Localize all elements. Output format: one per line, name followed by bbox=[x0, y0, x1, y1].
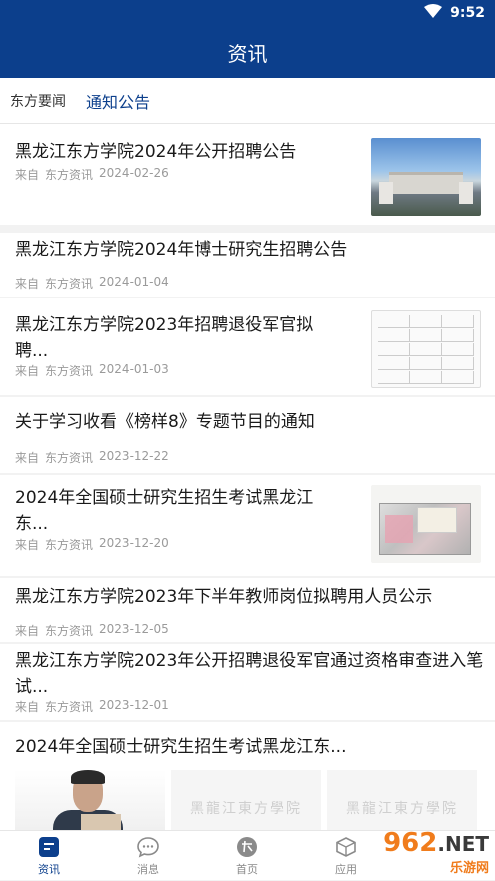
nav-news[interactable]: 资讯 bbox=[14, 831, 84, 881]
source-name: 东方资讯 bbox=[45, 624, 94, 638]
campus-gate-right bbox=[459, 182, 473, 204]
source-name: 东方资讯 bbox=[45, 277, 94, 291]
status-time: 9:52 bbox=[450, 5, 485, 21]
campus-gate-left bbox=[379, 182, 393, 204]
source-prefix: 来自 bbox=[15, 624, 40, 638]
article-date: 2024-01-03 bbox=[99, 362, 169, 376]
article-item[interactable]: 黑龙江东方学院2023年招聘退役军官拟聘... 来自 东方资讯 2024-01-… bbox=[0, 298, 495, 395]
source-prefix: 来自 bbox=[15, 277, 40, 291]
article-title: 黑龙江东方学院2024年公开招聘公告 bbox=[15, 142, 297, 162]
tab-notices[interactable]: 通知公告 bbox=[86, 89, 150, 113]
source-prefix: 来自 bbox=[15, 364, 40, 378]
campus-building-shape bbox=[389, 172, 463, 194]
article-title: 黑龙江东方学院2024年博士研究生招聘公告 bbox=[15, 240, 348, 260]
bag-label-shape bbox=[417, 507, 457, 533]
article-title: 2024年全国硕士研究生招生考试黑龙江东... bbox=[15, 488, 314, 534]
article-title: 关于学习收看《榜样8》专题节目的通知 bbox=[15, 412, 315, 432]
home-logo-icon bbox=[236, 836, 258, 858]
calligraphy-image: 黑龍江東方學院 bbox=[327, 770, 477, 830]
article-date: 2023-12-20 bbox=[99, 536, 169, 550]
chat-icon bbox=[137, 836, 159, 858]
bag-thumbnail bbox=[371, 485, 481, 563]
bag-banknote-shape bbox=[385, 515, 413, 543]
article-item[interactable]: 2024年全国硕士研究生招生考试黑龙江东... 来自 东方资讯 2023-12-… bbox=[0, 475, 495, 576]
article-date: 2024-01-04 bbox=[99, 275, 169, 289]
article-item[interactable]: 黑龙江东方学院2024年博士研究生招聘公告 来自 东方资讯 2024-01-04 bbox=[0, 233, 495, 297]
nav-home[interactable]: 首页 bbox=[212, 831, 282, 881]
source-prefix: 来自 bbox=[15, 451, 40, 465]
article-meta: 来自 东方资讯 2023-12-01 bbox=[15, 698, 169, 715]
article-date: 2023-12-01 bbox=[99, 698, 169, 712]
article-title: 黑龙江东方学院2023年招聘退役军官拟聘... bbox=[15, 315, 314, 361]
source-name: 东方资讯 bbox=[45, 538, 94, 552]
source-prefix: 来自 bbox=[15, 700, 40, 714]
article-date: 2023-12-05 bbox=[99, 622, 169, 636]
table-thumbnail bbox=[371, 310, 481, 388]
app-header: 资讯 bbox=[0, 26, 495, 78]
wifi-icon bbox=[424, 4, 443, 22]
article-title: 黑龙江东方学院2023年公开招聘退役军官通过资格审查进入笔试... bbox=[15, 651, 484, 697]
calligraphy-image: 黑龍江東方學院 bbox=[171, 770, 321, 830]
nav-home-label: 首页 bbox=[236, 862, 258, 876]
source-prefix: 来自 bbox=[15, 168, 40, 182]
tab-bar: 东方要闻 通知公告 bbox=[0, 78, 495, 124]
article-meta: 来自 东方资讯 2024-01-04 bbox=[15, 275, 169, 292]
news-icon bbox=[38, 836, 60, 858]
source-name: 东方资讯 bbox=[45, 451, 94, 465]
nav-news-label: 资讯 bbox=[38, 862, 60, 876]
calligraphy-text: 黑龍江東方學院 bbox=[190, 801, 302, 817]
article-meta: 来自 东方资讯 2024-02-26 bbox=[15, 166, 169, 183]
campus-thumbnail bbox=[371, 138, 481, 216]
article-meta: 来自 东方资讯 2023-12-20 bbox=[15, 536, 169, 553]
article-item[interactable]: 关于学习收看《榜样8》专题节目的通知 来自 东方资讯 2023-12-22 bbox=[0, 397, 495, 473]
calligraphy-text: 黑龍江東方學院 bbox=[346, 801, 458, 817]
bottom-nav: 资讯 消息 首页 应用 bbox=[0, 830, 495, 880]
article-item[interactable]: 黑龙江东方学院2023年下半年教师岗位拟聘用人员公示 来自 东方资讯 2023-… bbox=[0, 578, 495, 642]
source-name: 东方资讯 bbox=[45, 364, 94, 378]
article-date: 2024-02-26 bbox=[99, 166, 169, 180]
article-meta: 来自 东方资讯 2023-12-22 bbox=[15, 449, 169, 466]
nav-apps-label: 应用 bbox=[335, 862, 357, 876]
tab-news[interactable]: 东方要闻 bbox=[10, 91, 66, 111]
nav-messages[interactable]: 消息 bbox=[113, 831, 183, 881]
article-meta: 来自 东方资讯 2024-01-03 bbox=[15, 362, 169, 379]
source-name: 东方资讯 bbox=[45, 168, 94, 182]
nav-messages-label: 消息 bbox=[137, 862, 159, 876]
image-gallery: 黑龍江東方學院 黑龍江東方學院 bbox=[15, 770, 495, 830]
apps-icon bbox=[335, 836, 357, 858]
source-name: 东方资讯 bbox=[45, 700, 94, 714]
person-id-card-shape bbox=[81, 814, 121, 830]
source-prefix: 来自 bbox=[15, 538, 40, 552]
person-photo bbox=[15, 770, 165, 830]
article-meta: 来自 东方资讯 2023-12-05 bbox=[15, 622, 169, 639]
status-bar: 9:52 bbox=[0, 0, 495, 26]
article-item[interactable]: 黑龙江东方学院2024年公开招聘公告 来自 东方资讯 2024-02-26 bbox=[0, 124, 495, 225]
article-list[interactable]: 黑龙江东方学院2024年公开招聘公告 来自 东方资讯 2024-02-26 黑龙… bbox=[0, 124, 495, 830]
article-title: 2024年全国硕士研究生招生考试黑龙江东... bbox=[15, 737, 347, 757]
article-title: 黑龙江东方学院2023年下半年教师岗位拟聘用人员公示 bbox=[15, 587, 433, 607]
person-hair-shape bbox=[71, 770, 105, 784]
article-item[interactable]: 黑龙江东方学院2023年公开招聘退役军官通过资格审查进入笔试... 来自 东方资… bbox=[0, 644, 495, 720]
page-title: 资讯 bbox=[227, 41, 268, 66]
nav-apps[interactable]: 应用 bbox=[311, 831, 381, 881]
article-date: 2023-12-22 bbox=[99, 449, 169, 463]
